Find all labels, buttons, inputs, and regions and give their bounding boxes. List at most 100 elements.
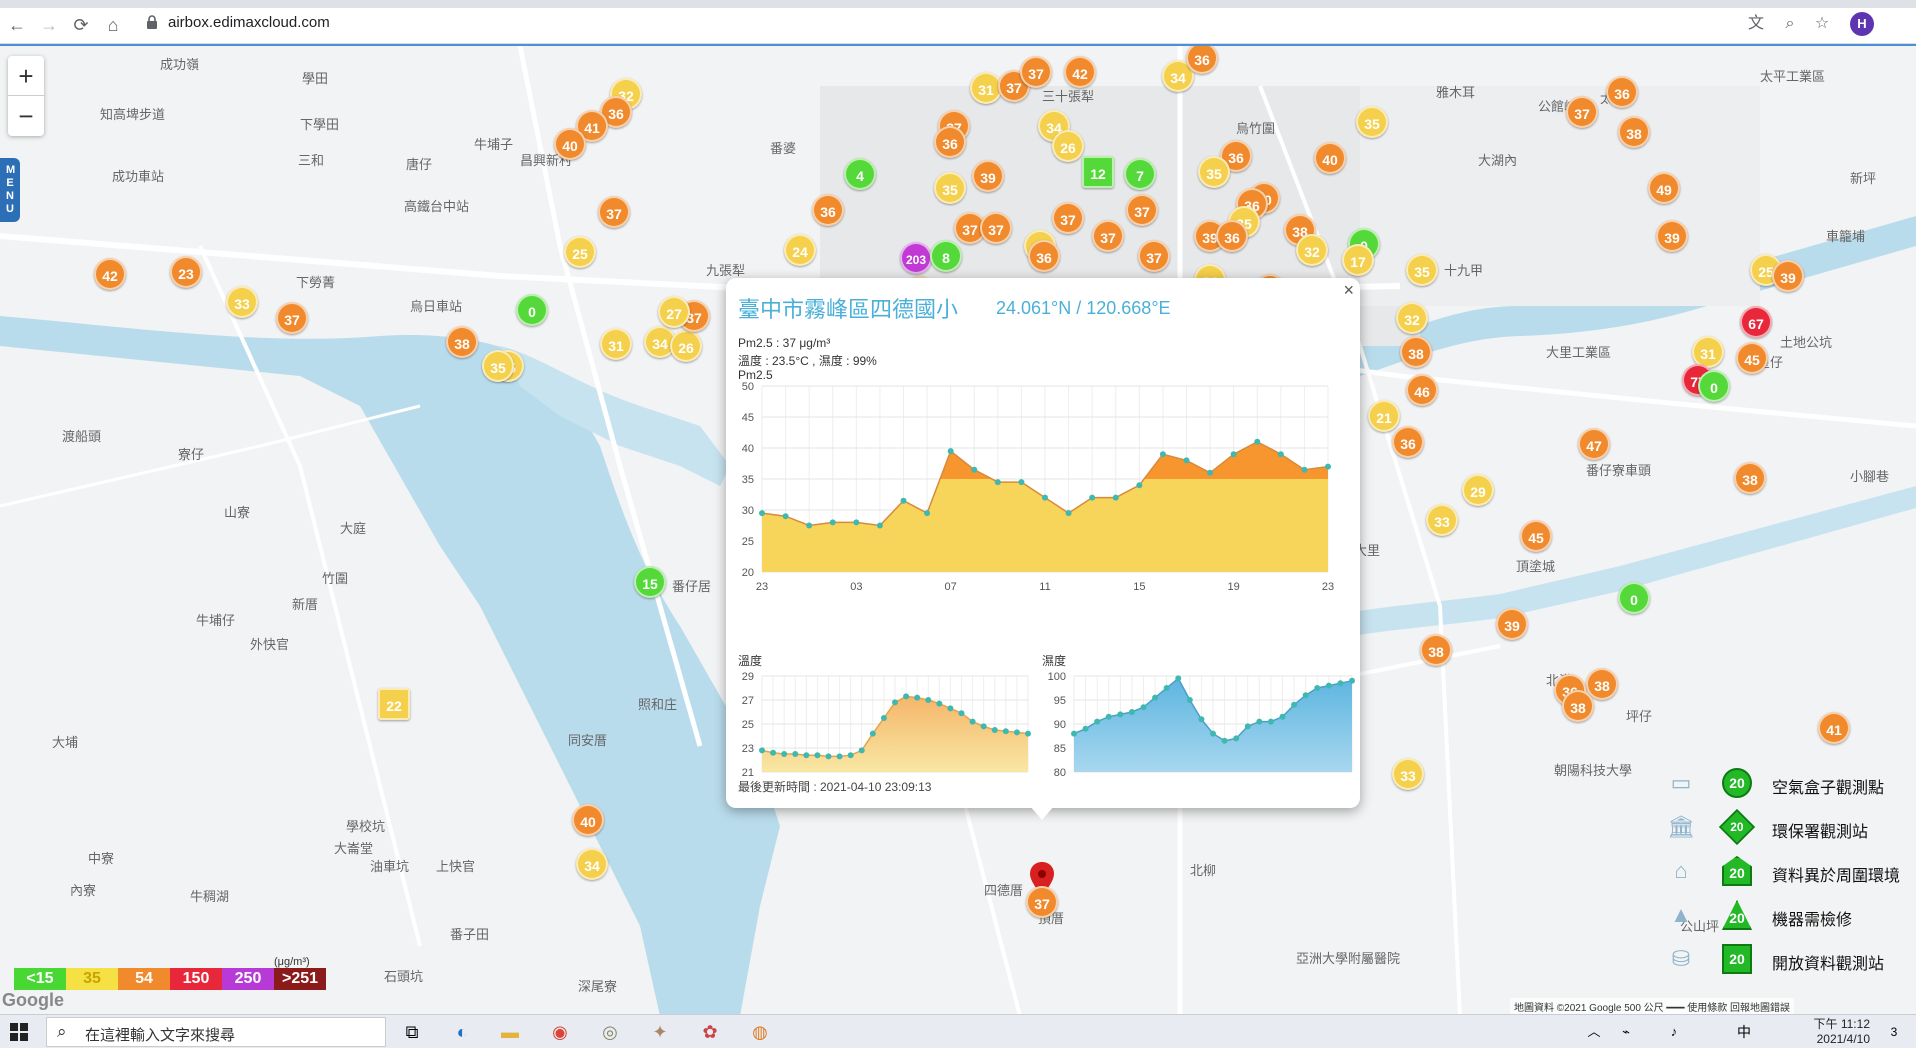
forward-icon[interactable]: → bbox=[38, 14, 60, 36]
sensor-marker[interactable]: 37 bbox=[276, 302, 308, 334]
sensor-marker[interactable]: 39 bbox=[1656, 220, 1688, 252]
sensor-marker[interactable]: 37 bbox=[980, 212, 1012, 244]
sensor-marker[interactable]: 24 bbox=[784, 234, 816, 266]
zoom-icon[interactable]: ⌕ bbox=[1780, 14, 1800, 34]
sensor-marker[interactable]: 22 bbox=[378, 688, 410, 720]
translate-icon[interactable]: 文 bbox=[1746, 14, 1766, 34]
sensor-marker[interactable]: 37 bbox=[1020, 56, 1052, 88]
sensor-marker[interactable]: 23 bbox=[170, 256, 202, 288]
tray-chevron-icon[interactable]: ︿ bbox=[1580, 1019, 1608, 1045]
sensor-marker[interactable]: 37 bbox=[1092, 220, 1124, 252]
sensor-marker[interactable]: 36 bbox=[1606, 76, 1638, 108]
sensor-marker[interactable]: 17 bbox=[1342, 244, 1374, 276]
sensor-marker[interactable]: 38 bbox=[446, 326, 478, 358]
zoom-in-button[interactable]: + bbox=[8, 56, 44, 96]
sensor-marker[interactable]: 35 bbox=[1198, 156, 1230, 188]
ime-indicator[interactable]: 中 bbox=[1730, 1019, 1758, 1045]
sensor-marker[interactable]: 35 bbox=[1406, 254, 1438, 286]
sensor-marker[interactable]: 25 bbox=[564, 236, 596, 268]
sensor-marker[interactable]: 38 bbox=[1400, 336, 1432, 368]
home-icon[interactable]: ⌂ bbox=[102, 14, 124, 36]
network-icon[interactable]: ⌁ bbox=[1612, 1019, 1640, 1045]
sensor-marker[interactable]: 38 bbox=[1420, 634, 1452, 666]
sensor-marker[interactable]: 40 bbox=[572, 804, 604, 836]
reload-icon[interactable]: ⟳ bbox=[70, 14, 92, 36]
sensor-marker[interactable]: 40 bbox=[1314, 142, 1346, 174]
sensor-marker[interactable]: 35 bbox=[482, 350, 514, 382]
sensor-marker[interactable]: 46 bbox=[1406, 374, 1438, 406]
sensor-marker[interactable]: 29 bbox=[1462, 474, 1494, 506]
popup-close-button[interactable]: × bbox=[1343, 280, 1354, 301]
sensor-marker[interactable]: 37 bbox=[598, 196, 630, 228]
app-icon-3[interactable]: ✿ bbox=[696, 1019, 724, 1045]
sensor-marker[interactable]: 7 bbox=[1124, 158, 1156, 190]
sensor-marker[interactable]: 4 bbox=[844, 158, 876, 190]
sensor-marker[interactable]: 38 bbox=[1734, 462, 1766, 494]
app-icon-2[interactable]: ✦ bbox=[646, 1019, 674, 1045]
sensor-marker[interactable]: 41 bbox=[1818, 712, 1850, 744]
sensor-marker[interactable]: 42 bbox=[1064, 56, 1096, 88]
sensor-marker[interactable]: 34 bbox=[576, 848, 608, 880]
bookmark-star-icon[interactable]: ☆ bbox=[1812, 14, 1832, 34]
sensor-marker[interactable]: 47 bbox=[1578, 428, 1610, 460]
sensor-marker[interactable]: 45 bbox=[1736, 342, 1768, 374]
sensor-marker[interactable]: 203 bbox=[900, 242, 932, 274]
sensor-marker[interactable]: 32 bbox=[1396, 302, 1428, 334]
back-icon[interactable]: ← bbox=[6, 14, 28, 36]
edge-icon[interactable]: ◐ bbox=[448, 1019, 476, 1045]
sensor-marker[interactable]: 37 bbox=[1138, 240, 1170, 272]
sensor-marker[interactable]: 8 bbox=[930, 240, 962, 272]
sensor-marker[interactable]: 67 bbox=[1740, 306, 1772, 338]
menu-tab[interactable]: MENU bbox=[0, 158, 20, 222]
task-view-icon[interactable]: ⧉ bbox=[398, 1019, 426, 1045]
sensor-marker[interactable]: 36 bbox=[1216, 220, 1248, 252]
file-explorer-icon[interactable]: ▬ bbox=[496, 1019, 524, 1045]
sensor-marker[interactable]: 36 bbox=[934, 126, 966, 158]
sensor-marker[interactable]: 31 bbox=[600, 328, 632, 360]
sensor-marker[interactable]: 32 bbox=[1296, 234, 1328, 266]
sensor-marker[interactable]: 36 bbox=[1392, 426, 1424, 458]
sensor-marker[interactable]: 49 bbox=[1648, 172, 1680, 204]
sensor-marker[interactable]: 45 bbox=[1520, 520, 1552, 552]
sensor-marker[interactable]: 0 bbox=[516, 294, 548, 326]
sensor-marker[interactable]: 35 bbox=[934, 172, 966, 204]
sensor-marker[interactable]: 37 bbox=[1052, 202, 1084, 234]
taskbar-search[interactable]: ⌕ 在這裡輸入文字來搜尋 bbox=[46, 1017, 386, 1047]
sensor-marker[interactable]: 33 bbox=[1392, 758, 1424, 790]
sensor-marker[interactable]: 38 bbox=[1586, 668, 1618, 700]
volume-icon[interactable]: ♪ bbox=[1660, 1019, 1688, 1045]
sensor-marker[interactable]: 26 bbox=[1052, 130, 1084, 162]
sensor-marker[interactable]: 27 bbox=[658, 296, 690, 328]
sensor-marker[interactable]: 0 bbox=[1698, 370, 1730, 402]
sensor-marker[interactable]: 37 bbox=[1126, 194, 1158, 226]
map-attribution[interactable]: 地圖資料 ©2021 Google 500 公尺 ━━━ 使用條款 回報地圖錯誤 bbox=[1510, 998, 1795, 1014]
address-bar[interactable]: airbox.edimaxcloud.com bbox=[168, 14, 330, 31]
sensor-marker[interactable]: 35 bbox=[1356, 106, 1388, 138]
sensor-marker[interactable]: 40 bbox=[554, 128, 586, 160]
profile-avatar[interactable]: H bbox=[1850, 12, 1874, 36]
zoom-out-button[interactable]: − bbox=[8, 96, 44, 136]
sensor-marker[interactable]: 39 bbox=[1496, 608, 1528, 640]
sensor-marker[interactable]: 36 bbox=[812, 194, 844, 226]
sensor-marker[interactable]: 39 bbox=[972, 160, 1004, 192]
selected-marker[interactable]: 37 bbox=[1026, 886, 1058, 918]
sensor-marker[interactable]: 38 bbox=[1562, 690, 1594, 722]
sensor-marker[interactable]: 21 bbox=[1368, 400, 1400, 432]
blender-icon[interactable]: ◍ bbox=[746, 1019, 774, 1045]
sensor-marker[interactable]: 12 bbox=[1082, 156, 1114, 188]
sensor-marker[interactable]: 33 bbox=[226, 286, 258, 318]
sensor-marker[interactable]: 37 bbox=[1566, 96, 1598, 128]
windows-start-icon[interactable] bbox=[10, 1023, 28, 1041]
sensor-marker[interactable]: 15 bbox=[634, 566, 666, 598]
sensor-marker[interactable]: 36 bbox=[1028, 240, 1060, 272]
sensor-marker[interactable]: 42 bbox=[94, 258, 126, 290]
notification-badge[interactable]: 3 bbox=[1880, 1019, 1908, 1045]
sensor-marker[interactable]: 33 bbox=[1426, 504, 1458, 536]
system-clock[interactable]: 下午 11:12 2021/4/10 bbox=[1780, 1017, 1870, 1047]
chrome-icon[interactable]: ◉ bbox=[546, 1019, 574, 1045]
app-icon-1[interactable]: ◎ bbox=[596, 1019, 624, 1045]
sensor-marker[interactable]: 26 bbox=[670, 330, 702, 362]
sensor-marker[interactable]: 39 bbox=[1772, 260, 1804, 292]
sensor-marker[interactable]: 0 bbox=[1618, 582, 1650, 614]
sensor-marker[interactable]: 38 bbox=[1618, 116, 1650, 148]
